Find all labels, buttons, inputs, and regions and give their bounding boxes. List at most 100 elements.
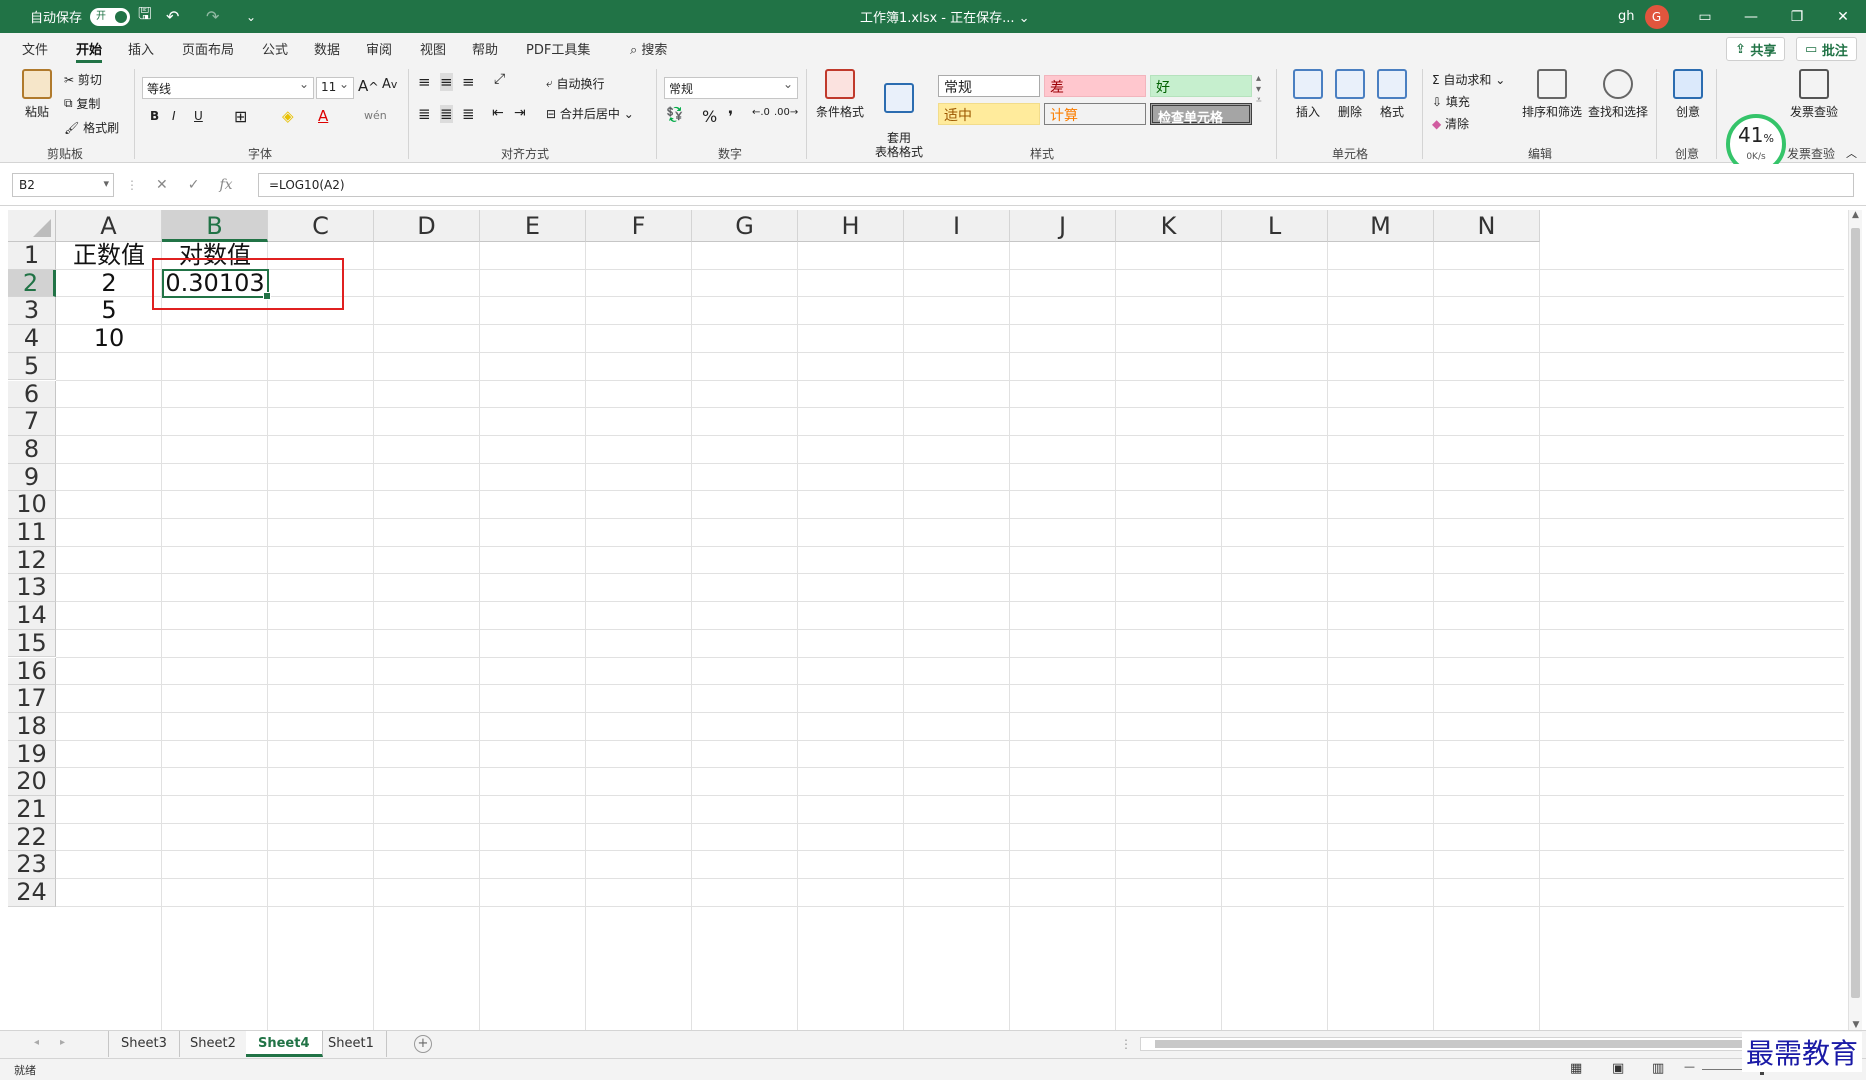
insert-function-icon[interactable]: fx bbox=[219, 177, 232, 193]
formula-input[interactable]: =LOG10(A2) bbox=[258, 173, 1854, 197]
wrap-text-button[interactable]: ⤶ 自动换行 bbox=[546, 75, 605, 92]
undo-icon[interactable]: ↶ bbox=[166, 0, 179, 33]
row-header-14[interactable]: 14 bbox=[8, 601, 56, 630]
font-color-icon[interactable]: A bbox=[318, 107, 328, 125]
column-header-g[interactable]: G bbox=[692, 210, 798, 242]
tab-view[interactable]: 视图 bbox=[420, 39, 446, 59]
invoice-check-button[interactable]: 发票查验 bbox=[1788, 69, 1840, 120]
increase-decimal-icon[interactable]: ←.0 bbox=[752, 107, 770, 118]
vertical-scrollbar[interactable]: ▲ ▼ bbox=[1848, 210, 1862, 1030]
row-header-15[interactable]: 15 bbox=[8, 629, 56, 658]
row-header-4[interactable]: 4 bbox=[8, 324, 56, 353]
row-header-13[interactable]: 13 bbox=[8, 574, 56, 603]
row-header-1[interactable]: 1 bbox=[8, 241, 56, 270]
align-center-icon[interactable]: ≣ bbox=[440, 105, 453, 123]
delete-cells-button[interactable]: 删除 bbox=[1326, 69, 1374, 120]
column-header-i[interactable]: I bbox=[904, 210, 1010, 242]
zoom-out-icon[interactable]: — bbox=[1684, 1060, 1695, 1073]
row-header-8[interactable]: 8 bbox=[8, 435, 56, 464]
align-middle-icon[interactable]: ≡ bbox=[440, 73, 453, 91]
add-sheet-icon[interactable]: + bbox=[414, 1035, 432, 1053]
insert-cells-button[interactable]: 插入 bbox=[1284, 69, 1332, 120]
row-header-6[interactable]: 6 bbox=[8, 380, 56, 409]
row-header-7[interactable]: 7 bbox=[8, 407, 56, 436]
sort-filter-button[interactable]: 排序和筛选 bbox=[1520, 69, 1584, 120]
decrease-indent-icon[interactable]: ⇤ bbox=[492, 105, 504, 121]
style-calculation[interactable]: 计算 bbox=[1044, 103, 1146, 125]
sheet-prev-icon[interactable]: ◂ bbox=[34, 1037, 39, 1048]
normal-view-icon[interactable]: ▦ bbox=[1570, 1061, 1582, 1076]
align-bottom-icon[interactable]: ≡ bbox=[462, 73, 475, 91]
style-bad[interactable]: 差 bbox=[1044, 75, 1146, 97]
row-header-20[interactable]: 20 bbox=[8, 768, 56, 796]
column-header-a[interactable]: A bbox=[56, 210, 162, 242]
name-box[interactable]: B2 bbox=[12, 173, 114, 197]
tab-data[interactable]: 数据 bbox=[314, 39, 340, 59]
align-top-icon[interactable]: ≡ bbox=[418, 73, 431, 91]
clear-button[interactable]: ◆ 清除 bbox=[1432, 115, 1469, 132]
style-check-cell[interactable]: 检查单元格 bbox=[1150, 103, 1252, 126]
select-all-corner[interactable] bbox=[8, 210, 56, 242]
column-header-e[interactable]: E bbox=[480, 210, 586, 242]
horizontal-scrollbar-thumb[interactable] bbox=[1155, 1040, 1755, 1048]
row-header-22[interactable]: 22 bbox=[8, 823, 56, 852]
format-painter-button[interactable]: 🖌 格式刷 bbox=[64, 119, 119, 136]
row-header-2[interactable]: 2 bbox=[8, 269, 56, 298]
font-name-select[interactable]: 等线 bbox=[142, 77, 314, 99]
row-header-16[interactable]: 16 bbox=[8, 657, 56, 686]
styles-gallery-scroll[interactable]: ▴ ▾ ⩡ bbox=[1256, 73, 1262, 106]
percent-button[interactable]: % bbox=[702, 107, 717, 126]
column-header-l[interactable]: L bbox=[1222, 210, 1328, 242]
autosave[interactable]: 自动保存 开 bbox=[30, 0, 131, 33]
column-header-f[interactable]: F bbox=[586, 210, 692, 242]
column-header-d[interactable]: D bbox=[374, 210, 480, 242]
sheet-tab-sheet2[interactable]: Sheet2 bbox=[178, 1031, 249, 1057]
align-left-icon[interactable]: ≣ bbox=[418, 105, 431, 123]
user-account[interactable]: gh G bbox=[1618, 0, 1669, 33]
style-normal[interactable]: 常规 bbox=[938, 75, 1040, 97]
format-as-table-button[interactable]: 套用 表格格式 bbox=[868, 69, 930, 159]
bold-button[interactable]: B bbox=[150, 109, 159, 123]
sheet-tab-sheet4[interactable]: Sheet4 bbox=[246, 1031, 323, 1057]
style-good[interactable]: 好 bbox=[1150, 75, 1252, 97]
sheet-tab-sheet1[interactable]: Sheet1 bbox=[316, 1031, 387, 1057]
fill-button[interactable]: ⇩ 填充 bbox=[1432, 93, 1470, 110]
row-header-5[interactable]: 5 bbox=[8, 352, 56, 381]
underline-button[interactable]: U bbox=[194, 109, 203, 123]
column-header-m[interactable]: M bbox=[1328, 210, 1434, 242]
collapse-ribbon-icon[interactable]: ︿ bbox=[1846, 145, 1857, 161]
row-header-11[interactable]: 11 bbox=[8, 518, 56, 547]
column-header-h[interactable]: H bbox=[798, 210, 904, 242]
horizontal-scrollbar[interactable] bbox=[1140, 1037, 1840, 1051]
decrease-decimal-icon[interactable]: .00→ bbox=[774, 107, 798, 118]
fill-color-icon[interactable]: ◈ bbox=[282, 107, 294, 125]
tab-pdf-tools[interactable]: PDF工具集 bbox=[526, 39, 590, 59]
find-select-button[interactable]: 查找和选择 bbox=[1586, 69, 1650, 120]
cut-button[interactable]: ✂ 剪切 bbox=[64, 71, 102, 88]
row-header-3[interactable]: 3 bbox=[8, 297, 56, 326]
tab-split-grip-icon[interactable]: ⋮ bbox=[1120, 1037, 1132, 1051]
scrollbar-thumb[interactable] bbox=[1851, 228, 1860, 998]
spreadsheet-grid[interactable]: ABCDEFGHIJKLMN 1 2 3 4 5 6 7 8 9 10 11 12 13 14 15 16 17… bbox=[8, 210, 1844, 1030]
sheet-next-icon[interactable]: ▸ bbox=[60, 1037, 65, 1048]
tab-page-layout[interactable]: 页面布局 bbox=[182, 39, 234, 59]
cancel-icon[interactable]: ✕ bbox=[156, 177, 168, 193]
sheet-tab-sheet3[interactable]: Sheet3 bbox=[108, 1031, 180, 1057]
align-right-icon[interactable]: ≣ bbox=[462, 105, 475, 123]
row-header-21[interactable]: 21 bbox=[8, 795, 56, 824]
row-header-24[interactable]: 24 bbox=[8, 878, 56, 907]
scroll-down-icon[interactable]: ▼ bbox=[1849, 1020, 1863, 1030]
row-header-18[interactable]: 18 bbox=[8, 712, 56, 741]
conditional-format-button[interactable]: 条件格式 bbox=[812, 69, 868, 120]
restore-icon[interactable]: ❐ bbox=[1774, 0, 1820, 33]
font-size-select[interactable]: 11 bbox=[316, 77, 354, 99]
tab-review[interactable]: 审阅 bbox=[366, 39, 392, 59]
comma-style-icon[interactable]: ❜ bbox=[728, 107, 733, 126]
italic-button[interactable]: I bbox=[172, 109, 176, 123]
redo-icon[interactable]: ↷ bbox=[206, 0, 219, 33]
column-header-j[interactable]: J bbox=[1010, 210, 1116, 242]
format-cells-button[interactable]: 格式 bbox=[1368, 69, 1416, 120]
creative-button[interactable]: 创意 bbox=[1664, 69, 1712, 120]
customize-qat-icon[interactable]: ⌄ bbox=[246, 0, 256, 33]
copy-button[interactable]: ⧉ 复制 bbox=[64, 95, 100, 112]
